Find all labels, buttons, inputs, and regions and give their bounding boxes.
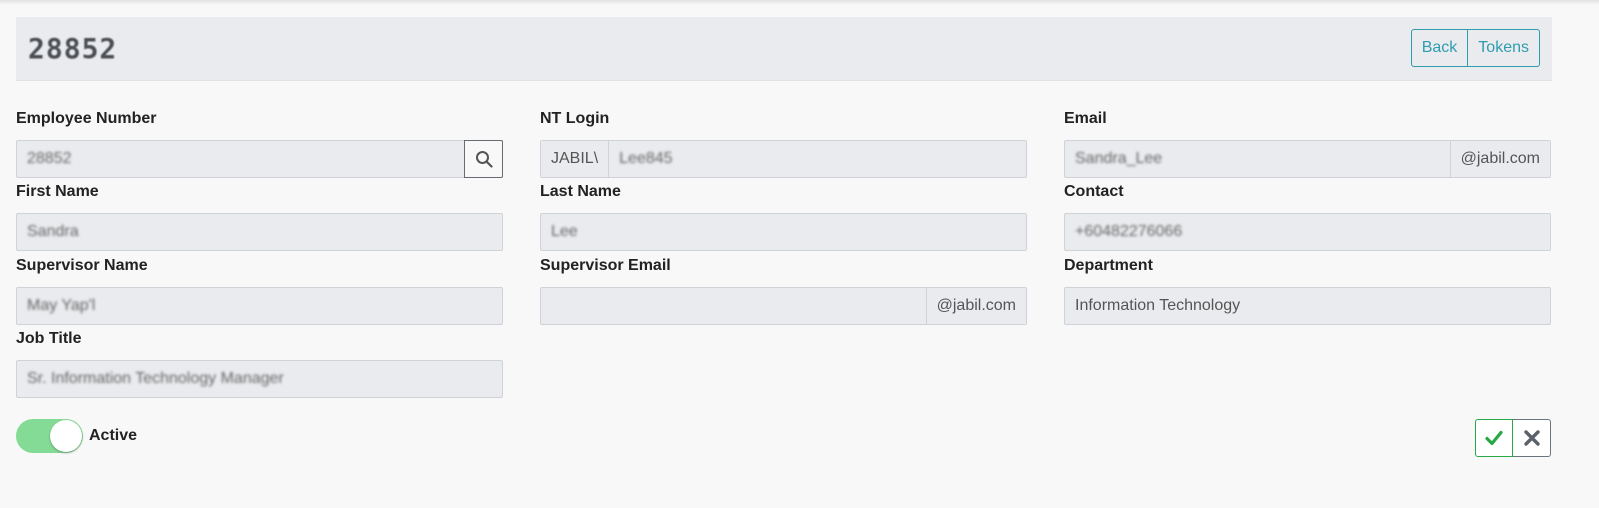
supervisor-name-input[interactable] — [17, 288, 502, 324]
email-domain-suffix: @jabil.com — [1449, 141, 1550, 177]
nt-login-label: NT Login — [540, 110, 610, 127]
email-field: Email @jabil.com — [1064, 109, 1551, 178]
last-name-input[interactable] — [541, 214, 1026, 250]
employee-number-group — [16, 140, 503, 178]
close-icon — [1523, 430, 1540, 446]
job-title-input[interactable] — [17, 361, 502, 397]
active-toggle[interactable] — [16, 419, 83, 453]
department-group — [1064, 287, 1551, 325]
cancel-button[interactable] — [1513, 419, 1551, 457]
active-label: Active — [89, 427, 138, 444]
employee-number-label: Employee Number — [16, 110, 157, 127]
toggle-knob — [50, 420, 82, 452]
search-icon — [475, 151, 493, 168]
supervisor-name-label: Supervisor Name — [16, 257, 148, 274]
tokens-button[interactable]: Tokens — [1468, 29, 1540, 67]
job-title-label: Job Title — [16, 330, 82, 347]
department-input[interactable] — [1065, 288, 1550, 324]
contact-label: Contact — [1064, 183, 1124, 200]
job-title-field: Job Title — [16, 329, 503, 398]
supervisor-name-group — [16, 287, 503, 325]
contact-input[interactable] — [1065, 214, 1550, 250]
job-title-group — [16, 360, 503, 398]
supervisor-email-group: @jabil.com — [540, 287, 1027, 325]
department-label: Department — [1064, 257, 1153, 274]
page-title: 28852 — [28, 32, 118, 65]
supervisor-email-field: Supervisor Email @jabil.com — [540, 256, 1027, 325]
nt-login-field: NT Login JABIL\ — [540, 109, 1027, 178]
last-name-field: Last Name — [540, 182, 1027, 251]
top-shadow — [0, 0, 1599, 5]
nt-login-domain-prefix: JABIL\ — [541, 141, 610, 177]
contact-group — [1064, 213, 1551, 251]
last-name-group — [540, 213, 1027, 251]
supervisor-name-field: Supervisor Name — [16, 256, 503, 325]
header-button-group: Back Tokens — [1410, 29, 1540, 67]
first-name-group — [16, 213, 503, 251]
email-label: Email — [1064, 110, 1107, 127]
supervisor-email-label: Supervisor Email — [540, 257, 671, 274]
back-button[interactable]: Back — [1410, 29, 1469, 67]
form-action-group — [1475, 419, 1551, 457]
employee-number-field: Employee Number — [16, 109, 503, 178]
email-input[interactable] — [1065, 141, 1450, 177]
department-field: Department — [1064, 256, 1551, 325]
employee-number-input[interactable] — [17, 141, 464, 177]
nt-login-input[interactable] — [609, 141, 1026, 177]
supervisor-email-domain-suffix: @jabil.com — [925, 288, 1026, 324]
last-name-label: Last Name — [540, 183, 621, 200]
first-name-field: First Name — [16, 182, 503, 251]
nt-login-group: JABIL\ — [540, 140, 1027, 178]
employee-search-button[interactable] — [464, 140, 503, 178]
check-icon — [1485, 430, 1503, 446]
first-name-label: First Name — [16, 183, 99, 200]
email-group: @jabil.com — [1064, 140, 1551, 178]
supervisor-email-input[interactable] — [541, 288, 926, 324]
confirm-button[interactable] — [1475, 419, 1513, 457]
first-name-input[interactable] — [17, 214, 502, 250]
page-header: 28852 Back Tokens — [16, 17, 1552, 81]
contact-field: Contact — [1064, 182, 1551, 251]
active-toggle-group: Active — [16, 419, 137, 453]
